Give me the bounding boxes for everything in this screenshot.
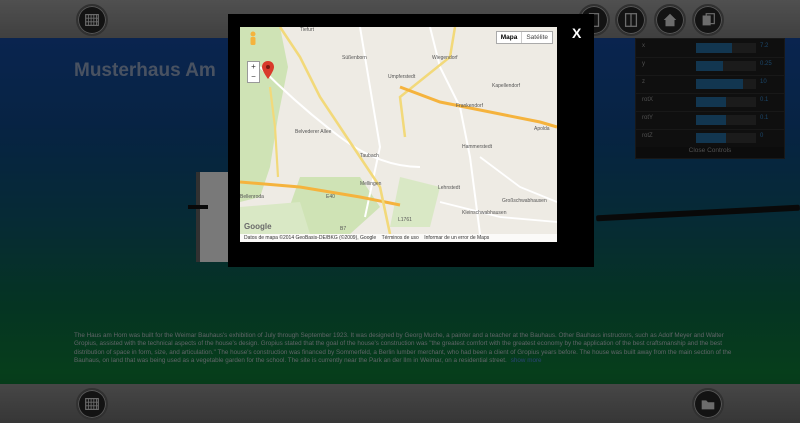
map-base — [240, 27, 557, 242]
map-type-map[interactable]: Mapa — [497, 32, 523, 43]
map-label-frankendorf: Frankendorf — [456, 103, 483, 109]
pegman-icon[interactable] — [248, 31, 258, 49]
map-pin-icon[interactable] — [262, 61, 274, 79]
map-label-umpferstedt: Umpferstedt — [388, 74, 416, 80]
map-label-wiegendorf: Wiegendorf — [432, 55, 458, 61]
map-data-credit: Datos de mapa ©2014 GeoBasis-DE/BKG (©20… — [244, 235, 377, 241]
zoom-control: + − — [247, 61, 260, 83]
map-type-control: Mapa Satélite — [495, 31, 553, 44]
map-view[interactable]: Mapa Satélite + − Tiefurt Süßenborn Wieg… — [240, 27, 557, 242]
map-label-tiefurt: Tiefurt — [300, 27, 314, 33]
map-attribution: Datos de mapa ©2014 GeoBasis-DE/BKG (©20… — [240, 234, 557, 242]
map-road-label-b7: B7 — [340, 226, 347, 232]
map-label-hammerstedt: Hammerstedt — [462, 144, 493, 150]
map-type-satellite[interactable]: Satélite — [522, 32, 552, 43]
map-road-label-belvederer-allee: Belvederer Allee — [295, 129, 332, 135]
map-label-mellingen: Mellingen — [360, 181, 382, 187]
google-logo: Google — [244, 222, 272, 231]
map-label-grossschwabhausen: Großschwabhausen — [502, 198, 547, 204]
modal-close-button[interactable]: X — [572, 25, 581, 41]
map-label-kapellendorf: Kapellendorf — [492, 83, 521, 89]
map-label-taubach: Taubach — [360, 153, 379, 159]
map-road-label-e40: E40 — [326, 194, 335, 200]
map-road-label-l1761: L1761 — [398, 217, 412, 223]
map-label-suessenborn: Süßenborn — [342, 55, 367, 61]
zoom-in-button[interactable]: + — [248, 62, 259, 72]
zoom-out-button[interactable]: − — [248, 72, 259, 82]
map-label-apolda: Apolda — [534, 126, 550, 132]
map-label-bellenroda: Bellenroda — [240, 194, 264, 200]
terms-link[interactable]: Términos de uso — [382, 235, 419, 241]
report-error-link[interactable]: Informar de un error de Maps — [424, 235, 489, 241]
map-label-lehnstedt: Lehnstedt — [438, 185, 460, 191]
map-label-kleinschwabhausen: Kleinschwabhausen — [462, 210, 507, 216]
